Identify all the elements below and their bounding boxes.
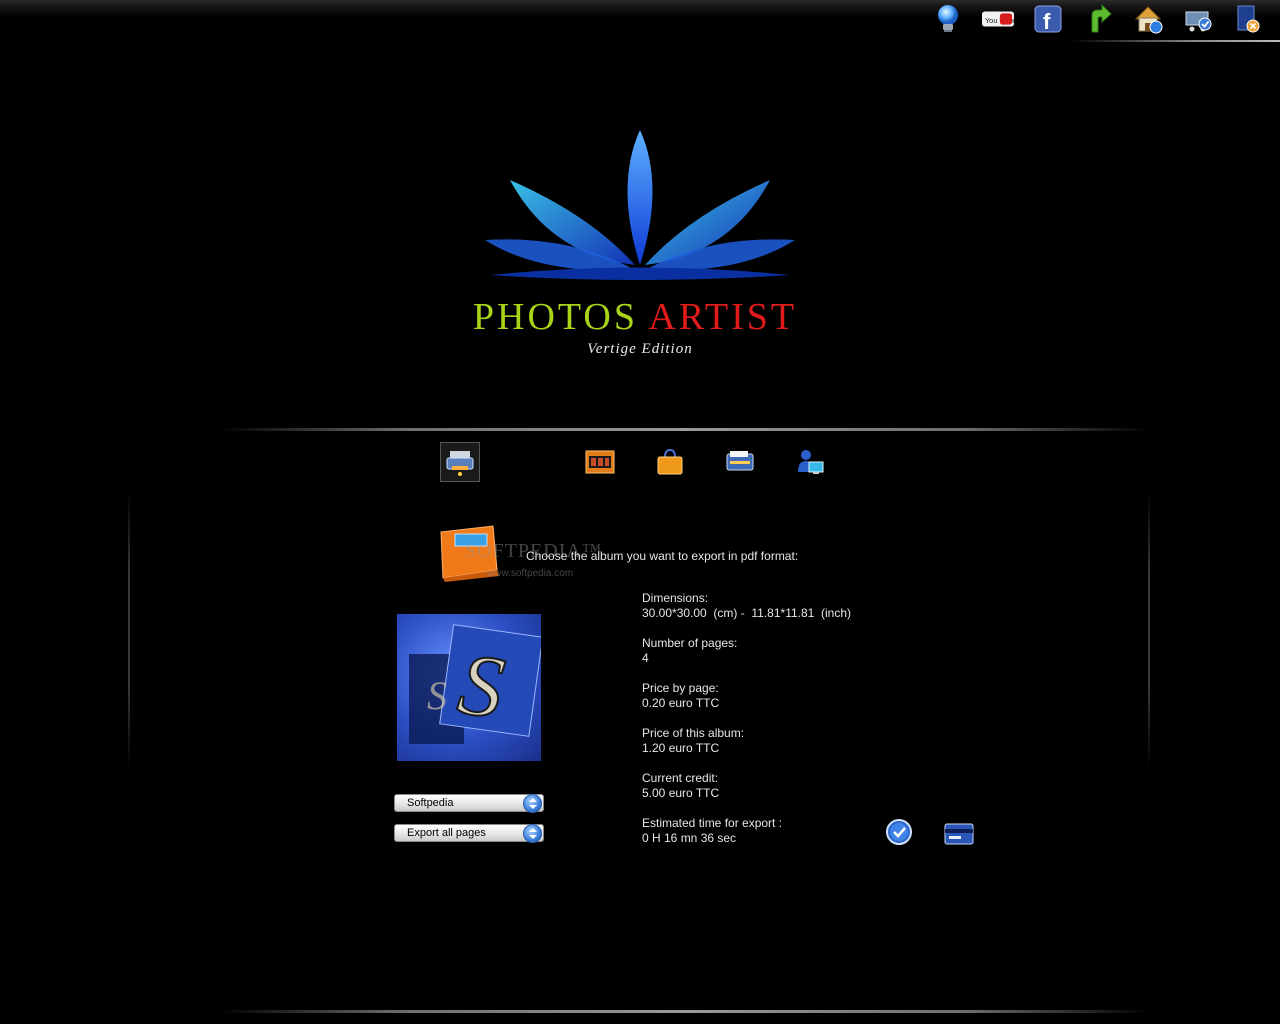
info-label: Number of pages: bbox=[642, 636, 738, 650]
info-value: 0.20 euro TTC bbox=[642, 696, 720, 710]
top-separator bbox=[220, 428, 1150, 431]
softpedia-watermark-url: www.softpedia.com bbox=[487, 568, 574, 579]
function-tabs bbox=[0, 442, 1280, 484]
left-frame-line bbox=[128, 490, 130, 770]
logo-subtitle: Vertige Edition bbox=[587, 341, 693, 357]
lightbulb-icon[interactable] bbox=[932, 3, 964, 35]
exit-icon[interactable] bbox=[1232, 3, 1264, 35]
logo-title-word1: PHOTOS bbox=[472, 296, 638, 338]
film-strip-tab-icon[interactable] bbox=[584, 446, 616, 478]
app-logo: PHOTOS ARTIST Vertige Edition bbox=[470, 125, 810, 365]
confirm-export-button[interactable] bbox=[885, 818, 913, 846]
logo-title-word2: ARTIST bbox=[648, 296, 798, 338]
app-window: You Tube f PHOTOS ARTIST Vertige Edition… bbox=[0, 0, 1280, 1024]
album-select[interactable]: Softpedia bbox=[394, 794, 544, 813]
pages-select[interactable]: Export all pages bbox=[394, 824, 544, 843]
top-toolbar: You Tube f bbox=[0, 0, 1280, 44]
user-computer-tab-icon[interactable] bbox=[794, 446, 826, 478]
info-label: Current credit: bbox=[642, 771, 719, 785]
cart-icon[interactable] bbox=[1182, 3, 1214, 35]
info-label: Price of this album: bbox=[642, 726, 745, 740]
album-price-block: Price of this album: 1.20 euro TTC bbox=[642, 726, 851, 756]
youtube-icon[interactable]: You Tube bbox=[982, 3, 1014, 35]
spinner-arrows-icon[interactable] bbox=[523, 824, 542, 843]
scanner-tab-icon[interactable] bbox=[724, 446, 756, 478]
print-tab-icon[interactable] bbox=[440, 442, 480, 482]
album-select-value: Softpedia bbox=[407, 797, 454, 809]
checkmark-icon bbox=[886, 819, 912, 845]
album-thumbnail: S S bbox=[397, 614, 541, 761]
dimensions-block: Dimensions: 30.00*30.00 (cm) - 11.81*11.… bbox=[642, 591, 851, 621]
logo-title: PHOTOS ARTIST bbox=[470, 295, 800, 339]
info-value: 1.20 euro TTC bbox=[642, 741, 720, 755]
lotus-logo-graphic bbox=[485, 130, 795, 280]
pages-select-value: Export all pages bbox=[407, 827, 486, 839]
album-info-panel: Dimensions: 30.00*30.00 (cm) - 11.81*11.… bbox=[642, 591, 851, 861]
home-icon[interactable] bbox=[1132, 3, 1164, 35]
toolbar-highlight bbox=[1070, 40, 1280, 42]
info-label: Dimensions: bbox=[642, 591, 709, 605]
info-label: Estimated time for export : bbox=[642, 816, 783, 830]
right-frame-line bbox=[1148, 490, 1150, 770]
update-arrow-icon[interactable] bbox=[1082, 3, 1114, 35]
info-value: 4 bbox=[642, 651, 649, 665]
bottom-separator bbox=[220, 1010, 1150, 1013]
svg-text:f: f bbox=[1043, 9, 1051, 33]
svg-text:S: S bbox=[427, 673, 447, 718]
export-time-block: Estimated time for export : 0 H 16 mn 36… bbox=[642, 816, 851, 846]
spinner-arrows-icon[interactable] bbox=[523, 794, 542, 813]
info-value: 5.00 euro TTC bbox=[642, 786, 720, 800]
info-value: 0 H 16 mn 36 sec bbox=[642, 831, 737, 845]
facebook-icon[interactable]: f bbox=[1032, 3, 1064, 35]
credit-card-icon bbox=[944, 823, 974, 845]
export-prompt: Choose the album you want to export in p… bbox=[526, 549, 799, 563]
shopping-bag-tab-icon[interactable] bbox=[654, 446, 686, 478]
info-label: Price by page: bbox=[642, 681, 719, 695]
buy-credit-button[interactable] bbox=[943, 820, 975, 848]
price-per-page-block: Price by page: 0.20 euro TTC bbox=[642, 681, 851, 711]
info-value: 30.00*30.00 (cm) - 11.81*11.81 (inch) bbox=[642, 606, 852, 620]
top-icon-group: You Tube f bbox=[932, 3, 1264, 35]
credit-block: Current credit: 5.00 euro TTC bbox=[642, 771, 851, 801]
page-count-block: Number of pages: 4 bbox=[642, 636, 851, 666]
